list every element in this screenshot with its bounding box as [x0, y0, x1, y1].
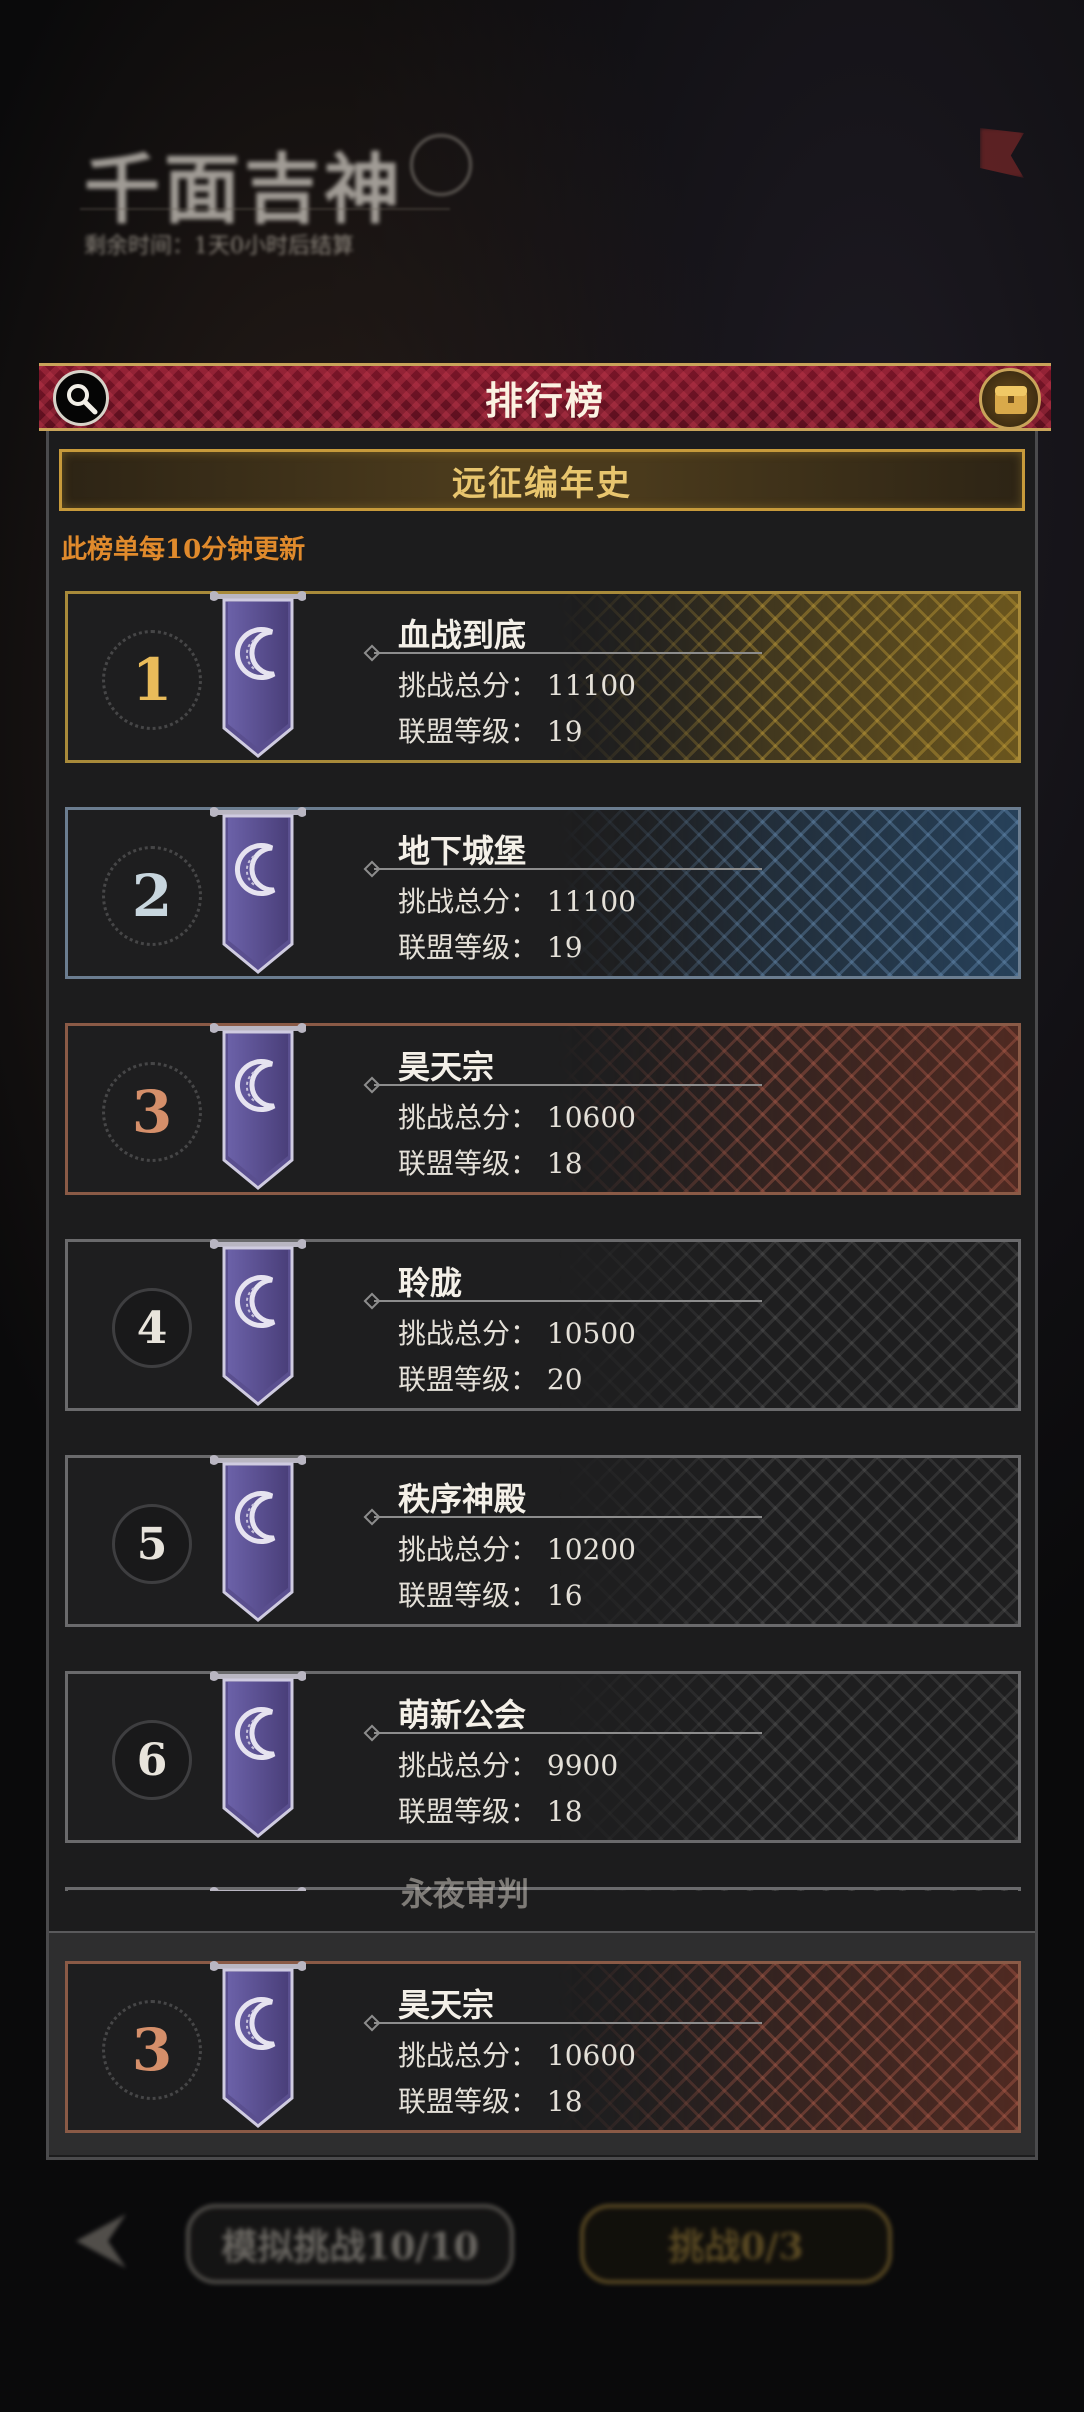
rank-number: 6: [136, 1734, 168, 1786]
ranking-row[interactable]: 3 昊天宗 挑战总分： 10600 联盟等级： 18: [65, 1023, 1021, 1195]
challenge-score: 挑战总分： 10600: [398, 2039, 636, 2072]
rank-badge: 5: [102, 1494, 202, 1594]
rank-number: 2: [131, 862, 173, 930]
ranking-list[interactable]: 1 血战到底 挑战总分： 11100 联盟等级： 19 2 地下城堡 挑战总分：…: [65, 591, 1023, 1891]
rank-badge: 3: [102, 2000, 202, 2100]
alliance-level: 联盟等级： 16: [398, 1579, 583, 1612]
alliance-level: 联盟等级： 19: [398, 715, 583, 748]
rank-badge: 1: [102, 630, 202, 730]
ranking-row[interactable]: 3 昊天宗 挑战总分： 10600 联盟等级： 18: [65, 1961, 1021, 2133]
name-divider: [374, 2022, 762, 2024]
reward-chest-button[interactable]: [979, 368, 1041, 430]
guild-banner-icon: [210, 1668, 306, 1842]
alliance-level: 联盟等级： 18: [398, 1795, 583, 1828]
ranking-row[interactable]: 7 永夜审判: [65, 1887, 1021, 1891]
rank-badge: 4: [102, 1278, 202, 1378]
magnifier-icon: [410, 134, 472, 196]
rank-badge: 2: [102, 846, 202, 946]
guild-banner-icon: [210, 804, 306, 978]
name-divider: [374, 1732, 762, 1734]
guild-banner-icon: [210, 1020, 306, 1194]
modal-header: 排行榜: [39, 363, 1051, 431]
event-title: 千面吉神: [84, 145, 404, 234]
guild-banner-icon: [210, 1884, 306, 1891]
guild-banner-icon: [210, 591, 306, 762]
name-divider: [374, 1516, 762, 1518]
guild-banner-icon: [210, 1236, 306, 1410]
rank-number: 5: [136, 1518, 168, 1570]
rank-number: 4: [136, 1302, 168, 1354]
update-note: 此榜单每10分钟更新: [61, 535, 306, 565]
ranking-row[interactable]: 2 地下城堡 挑战总分： 11100 联盟等级： 19: [65, 807, 1021, 979]
challenge-score: 挑战总分： 10500: [398, 1317, 636, 1350]
guild-name: 秩序神殿: [398, 1480, 527, 1518]
row-pattern: [558, 1890, 1018, 1891]
ranking-row[interactable]: 4 聆胧 挑战总分： 10500 联盟等级： 20: [65, 1239, 1021, 1411]
guild-banner-icon: [210, 1452, 306, 1626]
event-subtitle: 剩余时间：1天0小时后结算: [84, 234, 354, 259]
modal-title: 排行榜: [484, 377, 605, 423]
leaderboard-modal: 排行榜 远征编年史 此榜单每10分钟更新 1 血战到底 挑战总分： 11100 …: [39, 363, 1051, 2160]
search-icon: [67, 384, 98, 415]
guild-name: 血战到底: [398, 616, 527, 654]
treasure-chest-icon: [995, 386, 1027, 414]
rank-badge: 3: [102, 1062, 202, 1162]
challenge-score: 挑战总分： 11100: [398, 885, 636, 918]
alliance-level: 联盟等级： 20: [398, 1363, 583, 1396]
name-divider: [374, 1084, 762, 1086]
guild-name: 地下城堡: [398, 832, 527, 870]
ranking-row[interactable]: 5 秩序神殿 挑战总分： 10200 联盟等级： 16: [65, 1455, 1021, 1627]
guild-banner-icon: [210, 1958, 306, 2132]
guild-name: 昊天宗: [398, 1048, 495, 1086]
challenge-score: 挑战总分： 10200: [398, 1533, 636, 1566]
rank-number: 3: [131, 2016, 173, 2084]
challenge-button[interactable]: 挑战0/3: [580, 2204, 892, 2284]
name-divider: [374, 652, 762, 654]
search-button[interactable]: [53, 370, 109, 426]
name-divider: [374, 1300, 762, 1302]
guild-name: 昊天宗: [398, 1986, 495, 2024]
row-pattern: [558, 1674, 1018, 1840]
rank-badge: 6: [102, 1710, 202, 1810]
guild-name: 萌新公会: [398, 1696, 527, 1734]
name-divider: [374, 868, 762, 870]
section-title: 远征编年史: [452, 463, 632, 504]
ranking-row[interactable]: 1 血战到底 挑战总分： 11100 联盟等级： 19: [65, 591, 1021, 763]
back-arrow-icon[interactable]: [56, 2206, 136, 2276]
rank-number: 1: [131, 646, 173, 714]
alliance-level: 联盟等级： 18: [398, 2085, 583, 2118]
guild-name: 聆胧: [398, 1264, 463, 1302]
my-rank-panel: 3 昊天宗 挑战总分： 10600 联盟等级： 18: [49, 1931, 1035, 2155]
ranking-row[interactable]: 6 萌新公会 挑战总分： 9900 联盟等级： 18: [65, 1671, 1021, 1843]
alliance-level: 联盟等级： 18: [398, 1147, 583, 1180]
alliance-level: 联盟等级： 19: [398, 931, 583, 964]
challenge-score: 挑战总分： 9900: [398, 1749, 619, 1782]
title-underline: [80, 208, 450, 210]
rank-number: 3: [131, 1078, 173, 1146]
simulate-challenge-button[interactable]: 模拟挑战10/10: [186, 2204, 514, 2284]
challenge-score: 挑战总分： 11100: [398, 669, 636, 702]
partial-guild-name: 永夜审判: [401, 1875, 530, 1913]
challenge-score: 挑战总分： 10600: [398, 1101, 636, 1134]
section-tab[interactable]: 远征编年史: [59, 449, 1025, 511]
